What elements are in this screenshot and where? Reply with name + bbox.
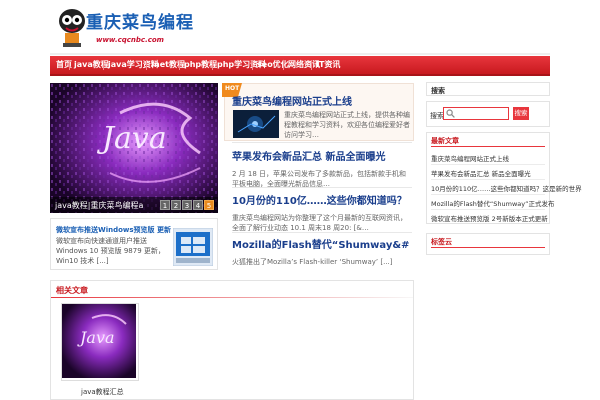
related-post-thumbnail[interactable]: Java xyxy=(61,303,139,381)
featured-slider[interactable]: Java java教程|重庆菜鸟编程a 1 2 3 4 5 xyxy=(50,83,218,213)
nav-divider xyxy=(212,60,213,70)
article-2-desc: 2 月 18 日，苹果公司发布了多款新品，包括新款手机和平板电脑，全面曝光新品信… xyxy=(232,170,407,188)
nav-item-it-news[interactable]: IT资讯 xyxy=(316,56,340,74)
tag-cloud-title: 标签云 xyxy=(431,238,452,246)
related-post-caption[interactable]: java教程汇总 xyxy=(81,387,124,397)
mascot-icon xyxy=(59,9,85,47)
list-divider xyxy=(431,194,545,195)
main-nav: 首页 java教程 java学习资料 .net教程 php教程 php学习资料 … xyxy=(50,56,550,76)
related-posts-title: 相关文章 xyxy=(56,286,88,295)
latest-post-item[interactable]: 苹果发布会新品汇总 新品全面曝光 xyxy=(431,168,531,178)
hot-badge-label: HOT xyxy=(225,85,240,92)
windows-thumbnail[interactable] xyxy=(173,228,213,266)
featured-small-title[interactable]: 微软宣布推送Windows预览版 更新 xyxy=(56,225,171,235)
slider-dot-1[interactable]: 1 xyxy=(160,200,170,210)
nav-divider xyxy=(179,60,180,70)
article-2-title[interactable]: 苹果发布会新品汇总 新品全面曝光 xyxy=(232,148,412,163)
article-4-title[interactable]: Mozilla的Flash替代“Shumway&# xyxy=(232,236,412,251)
featured-small-desc: 微软宣布向快速通道用户推送 Windows 10 预览版 9879 更新，Win… xyxy=(56,237,165,265)
latest-posts-widget: 最新文章 重庆菜鸟编程网站正式上线 苹果发布会新品汇总 新品全面曝光 10月份的… xyxy=(426,132,582,224)
article-divider xyxy=(232,187,412,188)
featured-small-post: 微软宣布推送Windows预览版 更新 微软宣布向快速通道用户推送 Window… xyxy=(50,218,218,270)
tag-cloud-widget: 标签云 xyxy=(426,233,550,255)
article-1-title[interactable]: 重庆菜鸟编程网站正式上线 xyxy=(232,93,412,108)
article-2: 苹果发布会新品汇总 新品全面曝光 2 月 18 日，苹果公司发布了多款新品，包括… xyxy=(232,148,412,189)
nav-divider xyxy=(103,60,104,70)
article-3-title[interactable]: 10月份的110亿……这些你都知道吗？ xyxy=(232,192,412,207)
article-divider xyxy=(232,232,412,233)
nav-divider xyxy=(252,60,253,70)
widget-title-underline xyxy=(431,146,545,147)
list-divider xyxy=(431,179,545,180)
related-title-underline xyxy=(51,297,413,298)
slider-dot-3[interactable]: 3 xyxy=(182,200,192,210)
related-thumb-text: Java xyxy=(80,328,115,347)
slider-dot-2[interactable]: 2 xyxy=(171,200,181,210)
latest-posts-title: 最新文章 xyxy=(431,137,459,145)
latest-post-item[interactable]: Mozilla的Flash替代“Shumway”正式发布 xyxy=(431,198,555,208)
nav-divider xyxy=(146,60,147,70)
nav-divider xyxy=(283,60,284,70)
slider-dot-4[interactable]: 4 xyxy=(193,200,203,210)
widget-title-underline xyxy=(431,247,545,248)
search-button[interactable]: 搜索 xyxy=(513,107,529,120)
article-divider xyxy=(232,142,412,143)
slider-dot-5[interactable]: 5 xyxy=(204,200,214,210)
list-divider xyxy=(431,164,545,165)
list-divider xyxy=(431,209,545,210)
article-4: Mozilla的Flash替代“Shumway&# 火狐推出了Mozilla’s… xyxy=(232,236,412,267)
slider-caption-bar: java教程|重庆菜鸟编程a 1 2 3 4 5 xyxy=(50,197,218,213)
search-widget-header: 搜索 xyxy=(426,82,550,96)
nav-divider xyxy=(69,60,70,70)
article-3-desc: 重庆菜鸟编程网站为你整理了这个月最新的互联网资讯，全面了解行业动态 10.1 周… xyxy=(232,214,407,232)
nav-divider xyxy=(311,60,312,70)
search-label: 搜索 xyxy=(430,112,444,120)
slider-image-text: Java xyxy=(102,121,167,156)
search-input[interactable] xyxy=(443,107,509,120)
slider-caption: java教程|重庆菜鸟编程a xyxy=(55,201,144,210)
search-icon xyxy=(446,109,455,118)
latest-post-item[interactable]: 微软宣布推送预览版 2号新版本正式更新 xyxy=(431,213,548,223)
header-divider xyxy=(50,53,550,55)
article-1-thumbnail[interactable] xyxy=(233,110,279,138)
article-4-desc: 火狐推出了Mozilla’s Flash-killer ‘Shumway’ [.… xyxy=(232,258,393,266)
search-widget: 搜索 搜索 xyxy=(426,101,550,127)
site-logo[interactable]: 重庆菜鸟编程 www.cqcnbc.com xyxy=(56,6,193,50)
article-1: 重庆菜鸟编程网站正式上线 xyxy=(232,93,412,108)
search-widget-title: 搜索 xyxy=(431,87,445,95)
article-1-desc: 重庆菜鸟编程网站正式上线，提供各种编程教程和学习资料，欢迎各位编程爱好者访问学习… xyxy=(284,111,410,139)
latest-post-item[interactable]: 重庆菜鸟编程网站正式上线 xyxy=(431,153,509,163)
latest-post-item[interactable]: 10月份的110亿……这些你都知道吗？这是新的世界 xyxy=(431,183,582,193)
article-3: 10月份的110亿……这些你都知道吗？ 重庆菜鸟编程网站为你整理了这个月最新的互… xyxy=(232,192,412,233)
related-posts-section: 相关文章 Java java教程汇总 xyxy=(50,280,414,400)
logo-url: www.cqcnbc.com xyxy=(96,36,164,44)
logo-title: 重庆菜鸟编程 xyxy=(86,13,194,33)
